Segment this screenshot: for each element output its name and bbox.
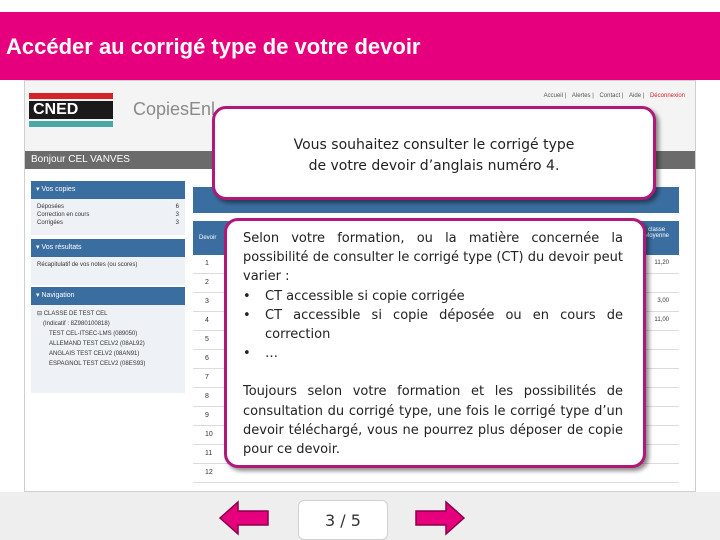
row-number: 8 xyxy=(205,393,209,400)
app-name: CopiesEnl xyxy=(133,99,216,119)
arrow-left-icon[interactable] xyxy=(218,500,270,536)
callout-context-line2: de votre devoir d’anglais numéro 4. xyxy=(308,158,560,174)
slide: Accéder au corrigé type de votre devoir … xyxy=(0,0,720,540)
tree-indicatif: (Indicatif : 8Z980100818) xyxy=(43,321,110,327)
explanation-bullet: CT accessible si copie corrigée xyxy=(243,287,623,306)
row-number: 2 xyxy=(205,279,209,286)
logo-stripe-teal xyxy=(29,121,113,127)
explanation-list: CT accessible si copie corrigée CT acces… xyxy=(243,287,623,364)
row-moyenne: 11,20 xyxy=(654,260,669,266)
col-devoir: Devoir xyxy=(199,235,217,241)
row-moyenne: 11,00 xyxy=(654,317,669,323)
vos-resultats-heading[interactable]: ▾ Vos résultats xyxy=(31,239,185,257)
navigation-tree: ⊟ CLASSE DE TEST CEL (Indicatif : 8Z9801… xyxy=(31,305,185,393)
link-accueil[interactable]: Accueil xyxy=(544,93,563,99)
row-number: 10 xyxy=(205,431,213,438)
row-number: 3 xyxy=(205,298,209,305)
logo-stripe-red xyxy=(29,93,113,99)
link-deconnexion[interactable]: Déconnexion xyxy=(650,93,685,99)
callout-context: Vous souhaitez consulter le corrigé type… xyxy=(212,106,656,200)
link-aide[interactable]: Aide xyxy=(629,93,641,99)
recap-notes-link[interactable]: Récapitulatif de vos notes (ou scores) xyxy=(37,262,137,268)
row-number: 9 xyxy=(205,412,209,419)
tree-item-test[interactable]: TEST CEL-ITSEC-LMS (089050) xyxy=(37,329,179,339)
copies-correction-count: 3 xyxy=(175,212,179,218)
tree-item-anglais[interactable]: ANGLAIS TEST CELV2 (08AN91) xyxy=(37,349,179,359)
callout-context-line1: Vous souhaitez consulter le corrigé type xyxy=(293,137,575,153)
row-number: 6 xyxy=(205,355,209,362)
callout-explanation: Selon votre formation, ou la matière con… xyxy=(224,218,646,468)
vos-resultats-panel: Récapitulatif de vos notes (ou scores) xyxy=(31,257,185,285)
row-number: 4 xyxy=(205,317,209,324)
tree-item-allemand[interactable]: ALLEMAND TEST CELV2 (08AL92) xyxy=(37,339,179,349)
copies-corrigees-count: 3 xyxy=(175,220,179,226)
row-number: 12 xyxy=(205,469,213,476)
explanation-outro: Toujours selon votre formation et les po… xyxy=(243,384,623,458)
top-links: Accueil | Alertes | Contact | Aide | Déc… xyxy=(543,93,685,99)
vos-copies-heading[interactable]: ▾ Vos copies xyxy=(31,181,185,199)
row-number: 1 xyxy=(205,260,209,267)
page-indicator: 3 / 5 xyxy=(298,500,388,540)
link-contact[interactable]: Contact xyxy=(599,93,620,99)
copies-deposees-label[interactable]: Déposées xyxy=(37,203,64,211)
explanation-intro: Selon votre formation, ou la matière con… xyxy=(243,231,623,285)
copies-correction-label[interactable]: Correction en cours xyxy=(37,211,89,219)
slide-title: Accéder au corrigé type de votre devoir xyxy=(6,34,421,59)
row-number: 11 xyxy=(205,450,213,457)
row-moyenne: 3,00 xyxy=(657,298,669,304)
explanation-bullet: CT accessible si copie déposée ou en cou… xyxy=(243,306,623,344)
navigation-heading[interactable]: ▾ Navigation xyxy=(31,287,185,305)
link-alertes[interactable]: Alertes xyxy=(572,93,591,99)
title-bar: Accéder au corrigé type de votre devoir xyxy=(0,12,720,80)
cned-logo: CNED xyxy=(29,101,113,119)
copies-deposees-count: 6 xyxy=(175,204,179,210)
copies-corrigees-label[interactable]: Corrigées xyxy=(37,219,63,227)
col-moyenne: classe Moyenne xyxy=(644,227,669,239)
tree-item-espagnol[interactable]: ESPAGNOL TEST CELV2 (08ES93) xyxy=(37,359,179,369)
explanation-bullet: … xyxy=(243,344,623,363)
vos-copies-panel: Déposées 6 Correction en cours 3 Corrigées… xyxy=(31,199,185,235)
tree-classe[interactable]: ⊟ CLASSE DE TEST CEL xyxy=(37,309,179,319)
arrow-right-icon[interactable] xyxy=(414,500,466,536)
row-number: 5 xyxy=(205,336,209,343)
row-number: 7 xyxy=(205,374,209,381)
